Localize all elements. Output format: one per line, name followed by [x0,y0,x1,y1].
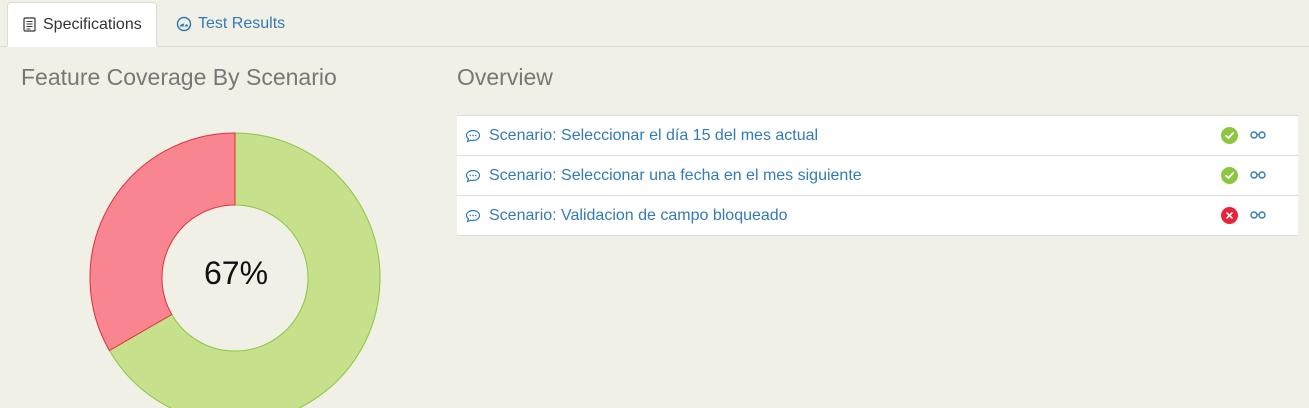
passed-check-icon [1221,167,1238,184]
document-list-icon [22,17,37,32]
comment-icon [465,129,481,143]
coverage-percentage-label: 67% [203,255,269,291]
failed-x-icon [1221,207,1238,224]
tab-specifications[interactable]: Specifications [7,2,157,47]
comment-icon [465,169,481,183]
scenario-row: Scenario: Seleccionar el día 15 del mes … [457,116,1298,156]
view-glasses-icon[interactable] [1250,210,1266,220]
scenario-row: Scenario: Validacion de campo bloqueado [457,196,1298,236]
scenario-link[interactable]: Scenario: Validacion de campo bloqueado [489,207,788,225]
overview-title: Overview [457,64,553,90]
feature-coverage-title: Feature Coverage By Scenario [21,64,337,90]
tab-test-results[interactable]: Test Results [162,2,299,46]
view-glasses-icon[interactable] [1250,130,1266,140]
scenario-link[interactable]: Scenario: Seleccionar una fecha en el me… [489,167,862,185]
scenario-row: Scenario: Seleccionar una fecha en el me… [457,156,1298,196]
comment-icon [465,209,481,223]
tab-bar: Specifications Test Results [0,0,1309,47]
donut-slice-failed [89,132,236,352]
dashboard-gauge-icon [176,16,192,32]
tab-test-results-label: Test Results [198,15,286,32]
view-glasses-icon[interactable] [1250,170,1266,180]
passed-check-icon [1221,127,1238,144]
tab-specifications-label: Specifications [43,15,142,33]
scenario-link[interactable]: Scenario: Seleccionar el día 15 del mes … [489,127,818,145]
scenario-list: Scenario: Seleccionar el día 15 del mes … [457,115,1298,236]
